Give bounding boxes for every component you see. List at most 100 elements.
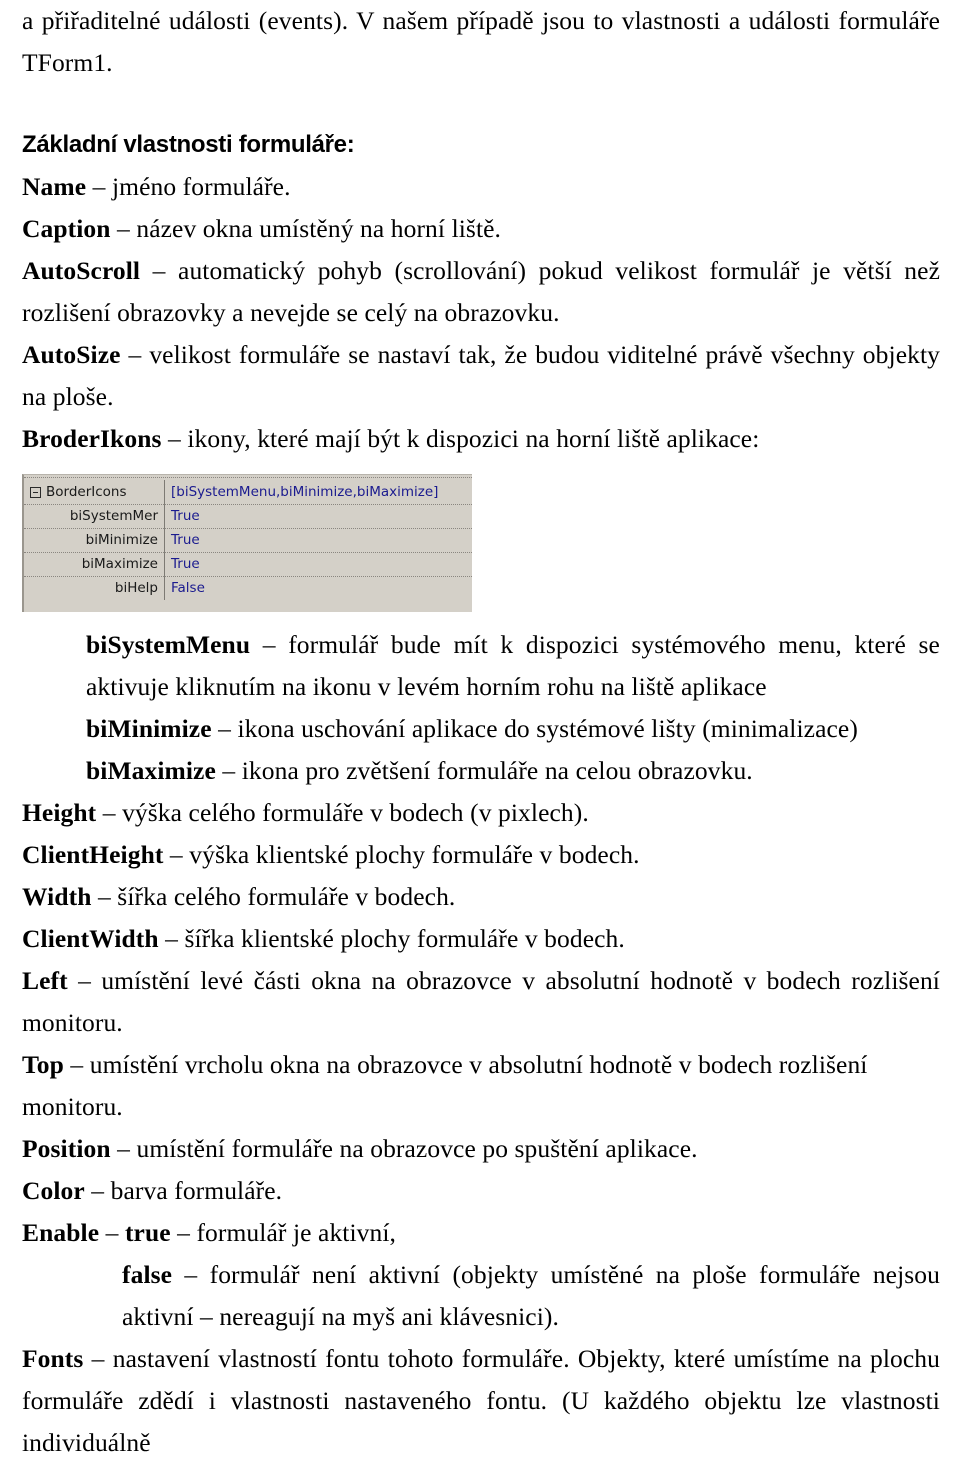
property-term: Left bbox=[22, 966, 68, 995]
property-entry-autosize: AutoSize – velikost formuláře se nastaví… bbox=[22, 334, 940, 418]
property-description: velikost formuláře se nastaví tak, že bu… bbox=[22, 340, 940, 411]
property-dash: – bbox=[170, 1218, 197, 1247]
property-description: umístění levé části okna na obrazovce v … bbox=[22, 966, 940, 1037]
property-grid-value-cell[interactable]: True bbox=[164, 528, 472, 552]
property-entry-enable: Enable – true – formulář je aktivní, bbox=[22, 1212, 940, 1254]
property-description: barva formuláře. bbox=[110, 1176, 283, 1205]
property-term: BroderIkons bbox=[22, 424, 162, 453]
document-page: a přiřaditelné události (events). V naše… bbox=[0, 0, 960, 1457]
property-term: Width bbox=[22, 882, 92, 911]
property-dash: – bbox=[110, 214, 137, 243]
property-description: šířka celého formuláře v bodech. bbox=[117, 882, 456, 911]
property-grid-value: [biSystemMenu,biMinimize,biMaximize] bbox=[171, 483, 439, 500]
property-dash: – bbox=[63, 1050, 90, 1079]
property-grid-value-cell[interactable]: True bbox=[164, 504, 472, 528]
property-term: AutoScroll bbox=[22, 256, 141, 285]
property-description: formulář je aktivní, bbox=[196, 1218, 397, 1247]
property-grid-row[interactable]: biSystemMer True bbox=[24, 504, 472, 528]
property-description: umístění formuláře na obrazovce po spušt… bbox=[136, 1134, 698, 1163]
property-entry-width: Width – šířka celého formuláře v bodech. bbox=[22, 876, 940, 918]
property-entry-height: Height – výška celého formuláře v bodech… bbox=[22, 792, 940, 834]
property-dash: – bbox=[140, 256, 179, 285]
property-entry-bimaximize: biMaximize – ikona pro zvětšení formulář… bbox=[22, 750, 940, 792]
property-grid-row[interactable]: biMinimize True bbox=[24, 528, 472, 552]
property-description: ikony, které mají být k dispozici na hor… bbox=[187, 424, 760, 453]
property-term: Height bbox=[22, 798, 97, 827]
property-grid-value: True bbox=[171, 556, 200, 572]
object-inspector-panel[interactable]: BorderIcons [biSystemMenu,biMinimize,biM… bbox=[22, 474, 472, 612]
property-term: Caption bbox=[22, 214, 111, 243]
property-entry-biminimize: biMinimize – ikona uschování aplikace do… bbox=[22, 708, 940, 750]
property-description: výška klientské plochy formuláře v bodec… bbox=[189, 840, 640, 869]
property-grid-name-cell[interactable]: biMinimize bbox=[24, 528, 164, 552]
property-dash: – bbox=[91, 882, 118, 911]
property-description: šířka klientské plochy formuláře v bodec… bbox=[184, 924, 625, 953]
property-term: Top bbox=[22, 1050, 64, 1079]
property-grid-row[interactable]: BorderIcons [biSystemMenu,biMinimize,biM… bbox=[24, 480, 472, 504]
property-term: Color bbox=[22, 1176, 85, 1205]
property-term: Enable bbox=[22, 1218, 100, 1247]
property-term: biSystemMenu bbox=[86, 630, 251, 659]
property-term: ClientHeight bbox=[22, 840, 164, 869]
property-dash: – bbox=[163, 840, 190, 869]
property-dash: – bbox=[67, 966, 102, 995]
minus-box-icon[interactable] bbox=[30, 486, 41, 498]
property-dash: – bbox=[161, 424, 188, 453]
property-entry-enable-false: false – formulář není aktivní (objekty u… bbox=[22, 1254, 940, 1338]
property-grid-row[interactable]: biHelp False bbox=[24, 576, 472, 600]
property-term: Position bbox=[22, 1134, 111, 1163]
property-dash: – bbox=[250, 630, 289, 659]
property-term: biMinimize bbox=[86, 714, 212, 743]
property-term: ClientWidth bbox=[22, 924, 159, 953]
property-grid-name-cell[interactable]: biMaximize bbox=[24, 552, 164, 576]
property-description: název okna umístěný na horní liště. bbox=[136, 214, 502, 243]
property-grid-name-cell[interactable]: BorderIcons bbox=[24, 480, 164, 504]
property-entry-bisystemmenu: biSystemMenu – formulář bude mít k dispo… bbox=[22, 624, 940, 708]
property-grid-name: biMinimize bbox=[85, 532, 158, 548]
property-entry-name: Name – jméno formuláře. bbox=[22, 166, 940, 208]
property-dash: – bbox=[84, 1176, 111, 1205]
property-entry-caption: Caption – název okna umístěný na horní l… bbox=[22, 208, 940, 250]
property-entry-position: Position – umístění formuláře na obrazov… bbox=[22, 1128, 940, 1170]
property-grid-value-cell[interactable]: False bbox=[164, 576, 472, 600]
property-description: výška celého formuláře v bodech (v pixle… bbox=[122, 798, 589, 827]
property-grid-value-cell[interactable]: True bbox=[164, 552, 472, 576]
property-grid-name-cell[interactable]: biHelp bbox=[24, 576, 164, 600]
property-grid-name: BorderIcons bbox=[46, 483, 127, 500]
property-dash: – bbox=[110, 1134, 137, 1163]
property-grid-value: False bbox=[171, 580, 205, 596]
property-entry-left: Left – umístění levé části okna na obraz… bbox=[22, 960, 940, 1044]
property-grid-name-cell[interactable]: biSystemMer bbox=[24, 504, 164, 528]
property-term: Fonts bbox=[22, 1344, 84, 1373]
property-entry-color: Color – barva formuláře. bbox=[22, 1170, 940, 1212]
property-dash: – bbox=[99, 1218, 125, 1247]
property-description: nastavení vlastností fontu tohoto formul… bbox=[22, 1344, 940, 1457]
property-entry-fonts: Fonts – nastavení vlastností fontu tohot… bbox=[22, 1338, 940, 1464]
property-grid-name: biMaximize bbox=[81, 556, 158, 572]
property-entry-autoscroll: AutoScroll – automatický pohyb (scrollov… bbox=[22, 250, 940, 334]
property-grid-value-cell[interactable]: [biSystemMenu,biMinimize,biMaximize] bbox=[164, 480, 472, 504]
grid-bottom-filler bbox=[24, 600, 472, 610]
embedded-screenshot: BorderIcons [biSystemMenu,biMinimize,biM… bbox=[22, 474, 940, 612]
property-dash: – bbox=[158, 924, 185, 953]
property-grid-name: biSystemMer bbox=[69, 508, 158, 524]
property-dash: – bbox=[83, 1344, 113, 1373]
property-dash: – bbox=[215, 756, 242, 785]
property-entry-brodericons: BroderIkons – ikony, které mají být k di… bbox=[22, 418, 940, 460]
property-description: ikona uschování aplikace do systémové li… bbox=[237, 714, 858, 743]
property-description: ikona pro zvětšení formuláře na celou ob… bbox=[241, 756, 753, 785]
property-grid-row[interactable]: biMaximize True bbox=[24, 552, 472, 576]
property-term: AutoSize bbox=[22, 340, 121, 369]
property-description: umístění vrcholu okna na obrazovce v abs… bbox=[22, 1050, 868, 1121]
property-dash: – bbox=[86, 172, 112, 201]
property-term: Name bbox=[22, 172, 87, 201]
vertical-spacer bbox=[22, 84, 940, 124]
property-dash: – bbox=[120, 340, 150, 369]
section-heading: Základní vlastnosti formuláře: bbox=[22, 131, 355, 158]
property-description: formulář není aktivní (objekty umístěné … bbox=[122, 1260, 940, 1331]
property-term: biMaximize bbox=[86, 756, 216, 785]
property-grid-name: biHelp bbox=[114, 580, 158, 596]
intro-paragraph: a přiřaditelné události (events). V naše… bbox=[22, 6, 940, 77]
property-dash: – bbox=[172, 1260, 210, 1289]
property-entry-clientwidth: ClientWidth – šířka klientské plochy for… bbox=[22, 918, 940, 960]
